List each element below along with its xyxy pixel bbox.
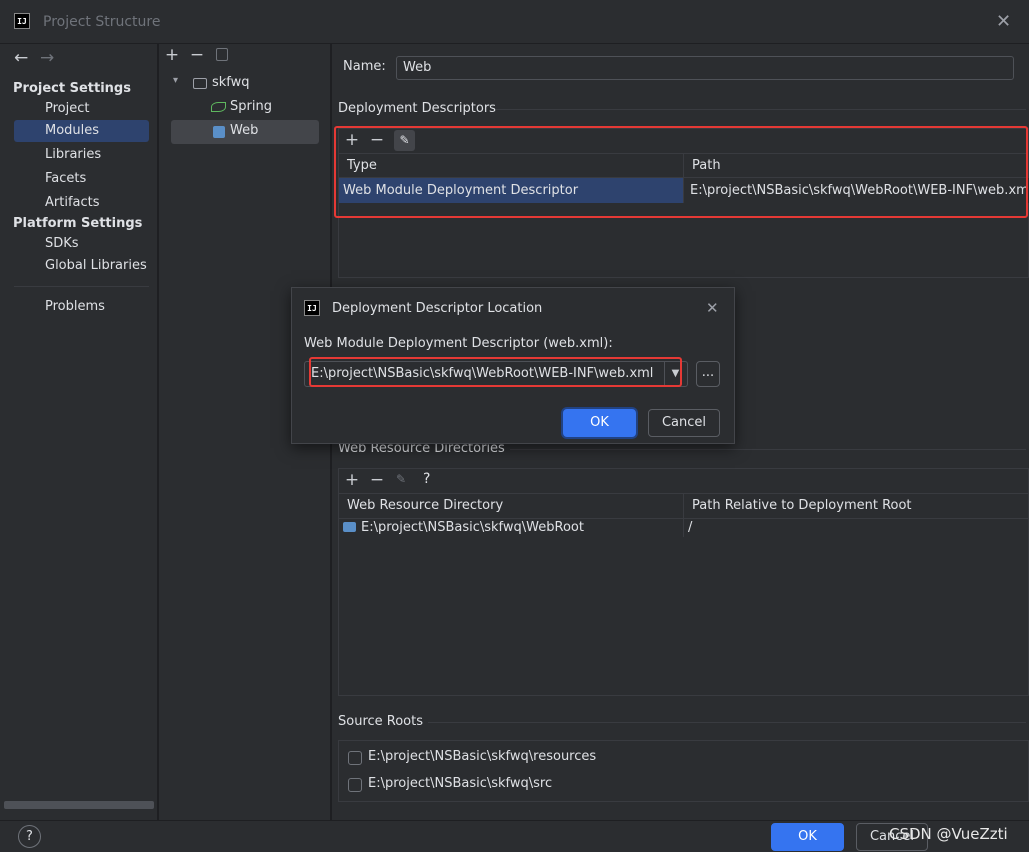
remove-icon[interactable]: − bbox=[367, 470, 387, 490]
app-logo-icon: IJ bbox=[14, 13, 30, 29]
source-roots-heading: Source Roots bbox=[338, 714, 424, 729]
name-label: Name: bbox=[343, 59, 386, 74]
web-module-icon bbox=[213, 126, 225, 138]
section-divider bbox=[496, 109, 1026, 110]
wr-row[interactable]: E:\project\NSBasic\skfwq\WebRoot / bbox=[339, 519, 1029, 537]
title-bar: IJ Project Structure ✕ bbox=[0, 0, 1029, 44]
deployment-descriptors-heading: Deployment Descriptors bbox=[338, 101, 496, 116]
descriptor-field-label: Web Module Deployment Descriptor (web.xm… bbox=[304, 336, 613, 351]
section-divider bbox=[428, 722, 1026, 723]
copy-icon[interactable] bbox=[216, 48, 228, 61]
watermark: CSDN @VueZzti bbox=[889, 825, 1008, 843]
forward-arrow-icon[interactable]: → bbox=[40, 48, 54, 68]
dd-col-type[interactable]: Type bbox=[339, 154, 683, 178]
help-button[interactable]: ? bbox=[18, 825, 41, 848]
descriptor-path-combobox[interactable]: E:\project\NSBasic\skfwq\WebRoot\WEB-INF… bbox=[304, 361, 688, 387]
spring-icon bbox=[211, 102, 226, 112]
window-title: Project Structure bbox=[43, 14, 161, 30]
dialog-logo-icon: IJ bbox=[304, 300, 320, 316]
dialog-close-icon[interactable]: ✕ bbox=[706, 299, 719, 317]
dd-cell-type[interactable]: Web Module Deployment Descriptor bbox=[339, 178, 683, 203]
nav-divider bbox=[14, 286, 149, 287]
close-icon[interactable]: ✕ bbox=[996, 11, 1011, 32]
remove-icon[interactable]: − bbox=[187, 45, 207, 65]
nav-item-libraries[interactable]: Libraries bbox=[14, 144, 149, 166]
wr-cell-rel[interactable]: / bbox=[683, 519, 1029, 537]
back-arrow-icon[interactable]: ← bbox=[14, 48, 28, 68]
descriptor-path-value: E:\project\NSBasic\skfwq\WebRoot\WEB-INF… bbox=[311, 366, 654, 381]
settings-nav: ← → Project Settings Project Modules Lib… bbox=[0, 44, 158, 820]
dd-col-path[interactable]: Path bbox=[683, 154, 1029, 178]
dd-header-row: Type Path bbox=[339, 153, 1029, 178]
dd-cell-path[interactable]: E:\project\NSBasic\skfwq\WebRoot\WEB-INF… bbox=[683, 178, 1029, 203]
dialog-title: Deployment Descriptor Location bbox=[332, 301, 543, 316]
ok-button[interactable]: OK bbox=[771, 823, 844, 851]
edit-pencil-icon[interactable]: ✎ bbox=[394, 130, 415, 151]
add-icon[interactable]: + bbox=[162, 45, 182, 65]
nav-item-sdks[interactable]: SDKs bbox=[14, 233, 149, 255]
project-settings-heading: Project Settings bbox=[13, 81, 131, 96]
wr-col-rel[interactable]: Path Relative to Deployment Root bbox=[683, 494, 1029, 518]
source-root-checkbox[interactable] bbox=[348, 778, 362, 792]
nav-item-project[interactable]: Project bbox=[14, 98, 149, 120]
dialog-cancel-button[interactable]: Cancel bbox=[648, 409, 720, 437]
wr-col-dir[interactable]: Web Resource Directory bbox=[339, 494, 683, 518]
bottom-bar: ? OK Cancel CSDN @VueZzti bbox=[0, 820, 1029, 852]
dd-row[interactable]: Web Module Deployment Descriptor E:\proj… bbox=[339, 178, 1029, 203]
add-icon[interactable]: + bbox=[342, 130, 362, 150]
tree-item-web[interactable]: Web bbox=[230, 123, 258, 138]
web-folder-icon bbox=[343, 522, 356, 532]
source-root-path[interactable]: E:\project\NSBasic\skfwq\src bbox=[368, 776, 552, 791]
remove-icon[interactable]: − bbox=[367, 130, 387, 150]
wr-header-row: Web Resource Directory Path Relative to … bbox=[339, 493, 1029, 519]
source-roots-list: E:\project\NSBasic\skfwq\resources E:\pr… bbox=[338, 740, 1029, 802]
name-input[interactable]: Web bbox=[396, 56, 1014, 80]
deployment-descriptor-dialog: IJ Deployment Descriptor Location ✕ Web … bbox=[291, 287, 735, 444]
source-root-checkbox[interactable] bbox=[348, 751, 362, 765]
nav-item-facets[interactable]: Facets bbox=[14, 168, 149, 190]
tree-root-skfwq[interactable]: skfwq bbox=[212, 75, 250, 90]
chevron-down-icon[interactable]: ▾ bbox=[173, 75, 178, 86]
horizontal-scrollbar[interactable] bbox=[4, 801, 154, 809]
web-resource-dirs-table: + − ✎ ? Web Resource Directory Path Rela… bbox=[338, 468, 1029, 696]
dialog-ok-button[interactable]: OK bbox=[563, 409, 636, 437]
add-icon[interactable]: + bbox=[342, 470, 362, 490]
wr-cell-dir[interactable]: E:\project\NSBasic\skfwq\WebRoot bbox=[361, 519, 584, 537]
source-root-path[interactable]: E:\project\NSBasic\skfwq\resources bbox=[368, 749, 596, 764]
help-icon[interactable]: ? bbox=[423, 471, 430, 487]
nav-item-modules[interactable]: Modules bbox=[14, 120, 149, 142]
nav-item-global-libraries[interactable]: Global Libraries bbox=[14, 255, 149, 277]
section-divider bbox=[510, 449, 1026, 450]
tree-item-spring[interactable]: Spring bbox=[230, 99, 272, 114]
edit-pencil-icon[interactable]: ✎ bbox=[396, 472, 406, 486]
nav-item-problems[interactable]: Problems bbox=[14, 296, 149, 318]
browse-button[interactable]: ... bbox=[696, 361, 720, 387]
deployment-descriptors-table: + − ✎ Type Path Web Module Deployment De… bbox=[338, 128, 1029, 278]
chevron-down-icon[interactable]: ▼ bbox=[664, 362, 686, 386]
nav-item-artifacts[interactable]: Artifacts bbox=[14, 192, 149, 214]
folder-icon bbox=[193, 78, 207, 89]
platform-settings-heading: Platform Settings bbox=[13, 216, 143, 231]
